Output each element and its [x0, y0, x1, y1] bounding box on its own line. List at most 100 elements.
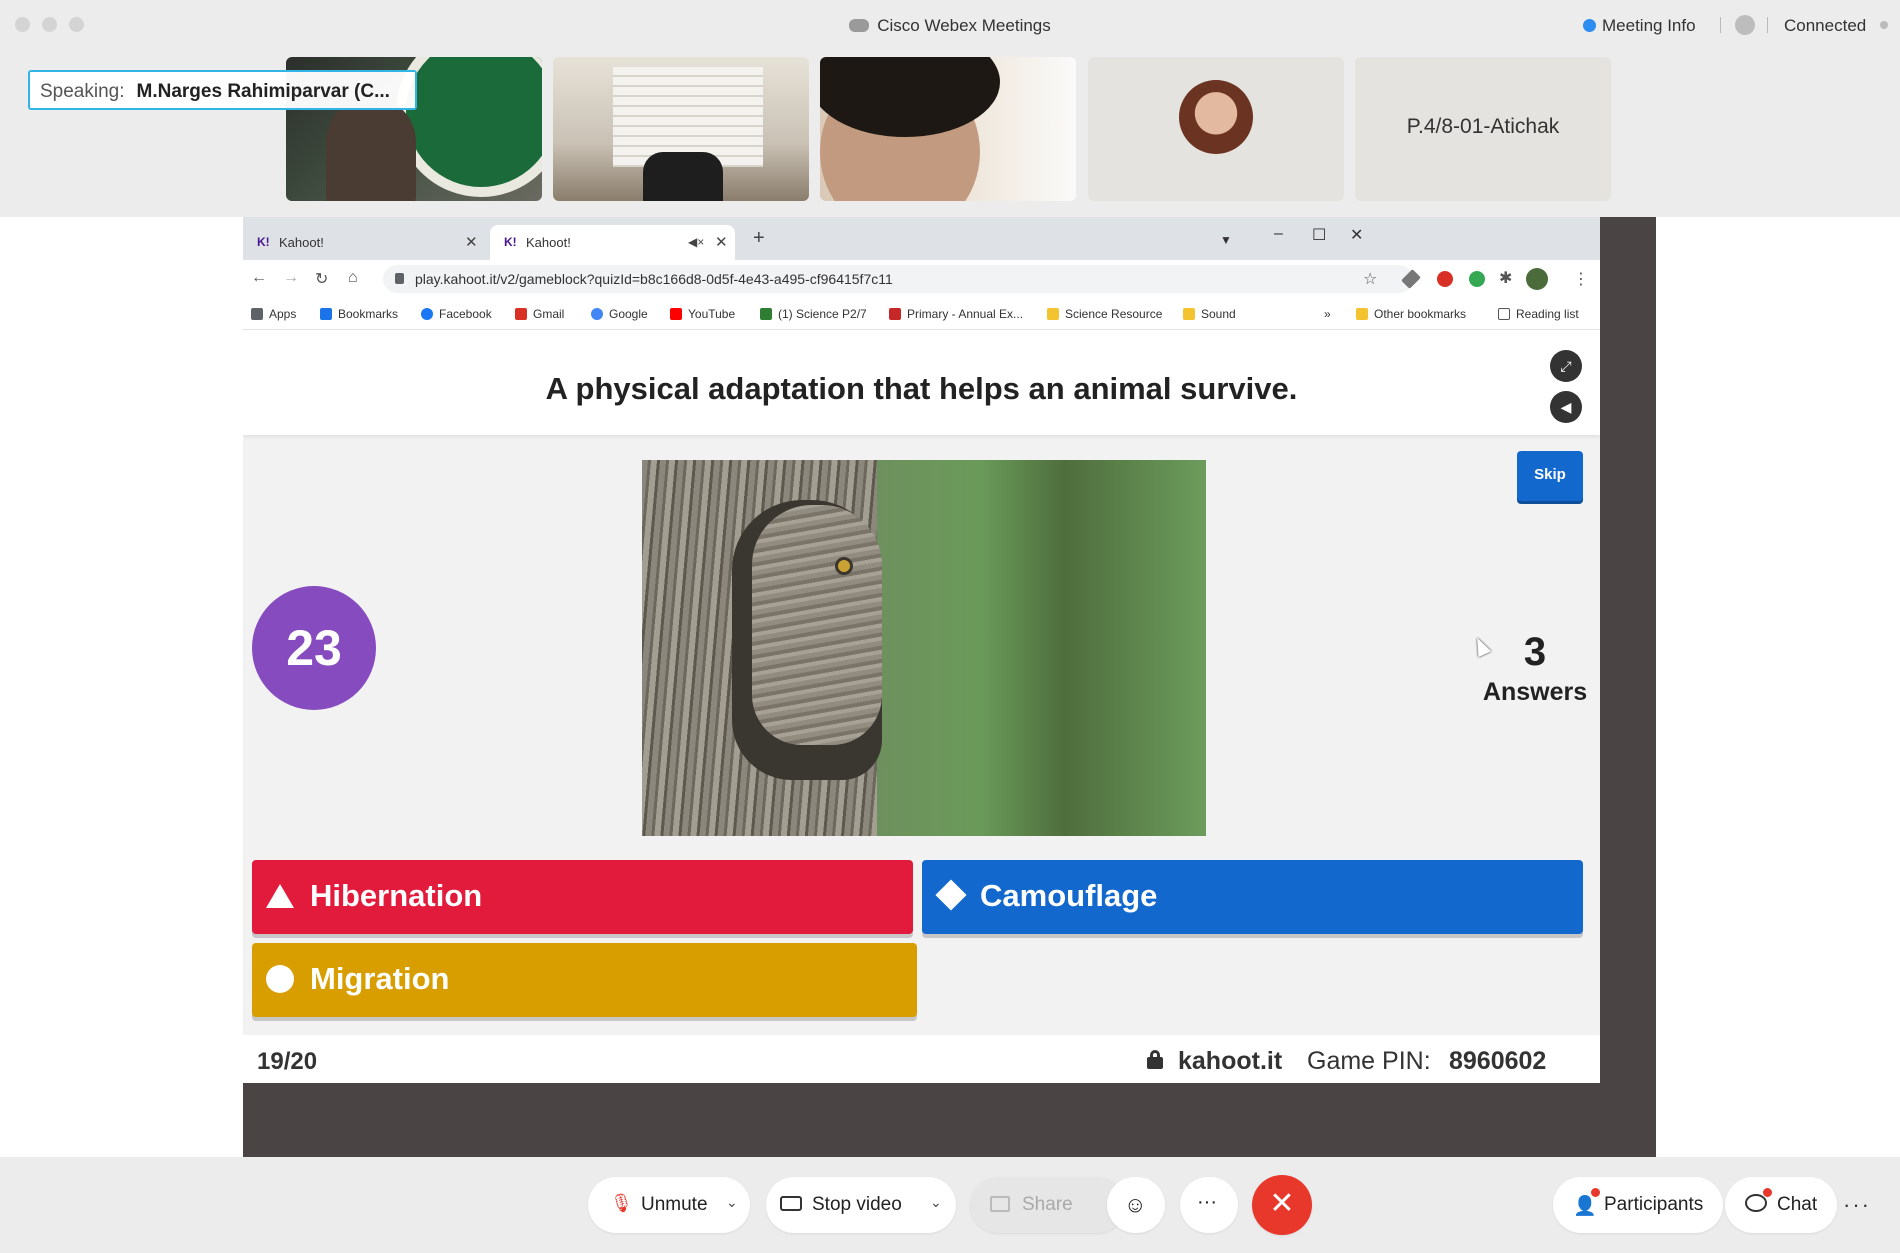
bookmarks-overflow-button[interactable]: » — [1324, 307, 1331, 321]
address-bar[interactable]: play.kahoot.it/v2/gameblock?quizId=b8c16… — [383, 265, 1413, 293]
kahoot-favicon-icon: K! — [504, 235, 517, 249]
bookmark-apps[interactable]: Apps — [251, 307, 296, 321]
extensions-puzzle-icon[interactable]: ✱ — [1499, 268, 1512, 288]
participant-video-2[interactable] — [553, 57, 809, 201]
divider — [1767, 17, 1768, 33]
participant-tile-5[interactable]: P.4/8-01-Atichak — [1355, 57, 1611, 201]
overflow-menu-icon[interactable]: ··· — [1843, 1192, 1871, 1218]
home-icon[interactable]: ⌂ — [348, 269, 358, 287]
browser-tab-2[interactable]: K! Kahoot! ◀× ✕ — [490, 225, 735, 260]
bookmark-label: Apps — [269, 307, 297, 321]
bookmark-label: Google — [609, 307, 648, 321]
bookmark-bookmarks[interactable]: Bookmarks — [320, 307, 398, 321]
answer-option-1[interactable]: Hibernation — [252, 860, 913, 934]
fullscreen-icon[interactable]: ⤢ — [1550, 350, 1582, 382]
leave-meeting-button[interactable]: ✕ — [1252, 1175, 1312, 1235]
bookmark-star-icon[interactable]: ☆ — [1363, 269, 1377, 289]
answer-option-2[interactable]: Camouflage — [922, 860, 1583, 934]
bookmark-label: Gmail — [533, 307, 565, 321]
browser-menu-icon[interactable]: ⋮ — [1573, 269, 1589, 289]
window-minimize-icon[interactable]: – — [1274, 225, 1283, 243]
question-text: A physical adaptation that helps an anim… — [545, 371, 1298, 406]
other-bookmarks[interactable]: Other bookmarks — [1356, 307, 1466, 321]
info-shield-icon — [1583, 19, 1596, 32]
bookmark-label: (1) Science P2/7 — [778, 307, 867, 321]
tab-search-icon[interactable]: ▼ — [1220, 233, 1232, 247]
owl — [752, 505, 882, 745]
more-options-button[interactable]: ··· — [1180, 1177, 1238, 1233]
countdown-timer: 23 — [252, 586, 376, 710]
window-maximize-icon[interactable]: ☐ — [1312, 225, 1326, 245]
participant-tile-4[interactable] — [1088, 57, 1344, 201]
facebook-icon — [421, 308, 433, 320]
skip-button[interactable]: Skip — [1517, 451, 1583, 501]
google-icon — [591, 308, 603, 320]
bookmark-youtube[interactable]: YouTube — [670, 307, 735, 321]
unmute-button[interactable]: 🎙 Unmute ⌄ — [588, 1177, 750, 1233]
meeting-info-button[interactable]: Meeting Info — [1583, 16, 1696, 36]
background-logo — [396, 57, 542, 197]
status-dot-icon — [1880, 21, 1888, 29]
new-tab-button[interactable]: + — [753, 227, 765, 250]
share-button[interactable]: Share — [970, 1177, 1126, 1233]
reactions-button[interactable]: ☺ — [1107, 1177, 1165, 1233]
bookmark-primary[interactable]: Primary - Annual Ex... — [889, 307, 1023, 321]
game-pin-label: Game PIN: — [1307, 1047, 1431, 1075]
meeting-controls: 🎙 Unmute ⌄ Stop video ⌄ Share ☺ ··· ✕ 👤 … — [0, 1157, 1900, 1253]
unmute-label: Unmute — [641, 1194, 708, 1215]
smiley-icon: ☺ — [1124, 1192, 1147, 1217]
sound-icon[interactable]: ◀ — [1550, 391, 1582, 423]
lock-icon — [395, 273, 404, 284]
stop-video-button[interactable]: Stop video ⌄ — [766, 1177, 956, 1233]
bookmark-science[interactable]: (1) Science P2/7 — [760, 307, 867, 321]
stop-video-label: Stop video — [812, 1194, 902, 1215]
bookmark-gmail[interactable]: Gmail — [515, 307, 564, 321]
close-tab-icon[interactable]: ✕ — [715, 233, 728, 251]
extension-icon[interactable] — [1437, 271, 1453, 287]
browser-tab-1[interactable]: K! Kahoot! ✕ — [243, 225, 488, 260]
back-icon[interactable]: ← — [251, 269, 267, 287]
bookmark-label: Primary - Annual Ex... — [907, 307, 1024, 321]
participant-name: P.4/8-01-Atichak — [1406, 115, 1560, 138]
bookmark-label: Other bookmarks — [1374, 307, 1467, 321]
reading-list-label: Reading list — [1516, 307, 1579, 321]
window-close-icon[interactable]: ✕ — [1350, 225, 1363, 245]
participants-button[interactable]: 👤 Participants — [1553, 1177, 1723, 1233]
primary-site-icon — [889, 308, 901, 320]
tab-label: Kahoot! — [279, 235, 324, 250]
folder-icon — [1356, 308, 1368, 320]
participant-video-3[interactable] — [820, 57, 1076, 201]
forward-icon[interactable]: → — [283, 269, 299, 287]
folder-icon — [1047, 308, 1059, 320]
muted-speaker-icon[interactable]: ◀× — [688, 235, 704, 249]
notification-dot — [1591, 1188, 1600, 1197]
answers-label: Answers — [1482, 678, 1588, 706]
answer-label: Migration — [310, 961, 450, 996]
title-bar: Cisco Webex Meetings Meeting Info Connec… — [0, 0, 1900, 52]
kahoot-site: kahoot.it — [1178, 1047, 1283, 1075]
bookmark-science-resource[interactable]: Science Resource — [1047, 307, 1162, 321]
game-footer: 19/20 kahoot.it Game PIN: 8960602 — [243, 1035, 1600, 1083]
chat-button[interactable]: Chat — [1725, 1177, 1837, 1233]
kahoot-favicon-icon: K! — [257, 235, 270, 249]
bookmark-sound[interactable]: Sound — [1183, 307, 1236, 321]
lock-body — [1147, 1057, 1163, 1069]
close-icon: ✕ — [1269, 1187, 1295, 1220]
bookmark-label: YouTube — [688, 307, 736, 321]
reading-list[interactable]: Reading list — [1498, 307, 1579, 321]
chat-bubble-icon — [1745, 1194, 1767, 1212]
reload-icon[interactable]: ↻ — [315, 269, 328, 289]
profile-avatar[interactable] — [1526, 268, 1548, 290]
bookmark-facebook[interactable]: Facebook — [421, 307, 492, 321]
status-circle-icon — [1735, 15, 1755, 35]
close-tab-icon[interactable]: ✕ — [465, 233, 478, 251]
kahoot-game: A physical adaptation that helps an anim… — [243, 330, 1600, 1083]
folder-icon — [1183, 308, 1195, 320]
chevron-down-icon[interactable]: ⌄ — [726, 1194, 738, 1211]
answer-option-3[interactable]: Migration — [252, 943, 917, 1017]
avatar — [1179, 80, 1253, 154]
bookmark-google[interactable]: Google — [591, 307, 648, 321]
chevron-down-icon[interactable]: ⌄ — [930, 1194, 942, 1211]
extension-globe-icon[interactable] — [1469, 271, 1485, 287]
circle-icon — [266, 965, 294, 993]
